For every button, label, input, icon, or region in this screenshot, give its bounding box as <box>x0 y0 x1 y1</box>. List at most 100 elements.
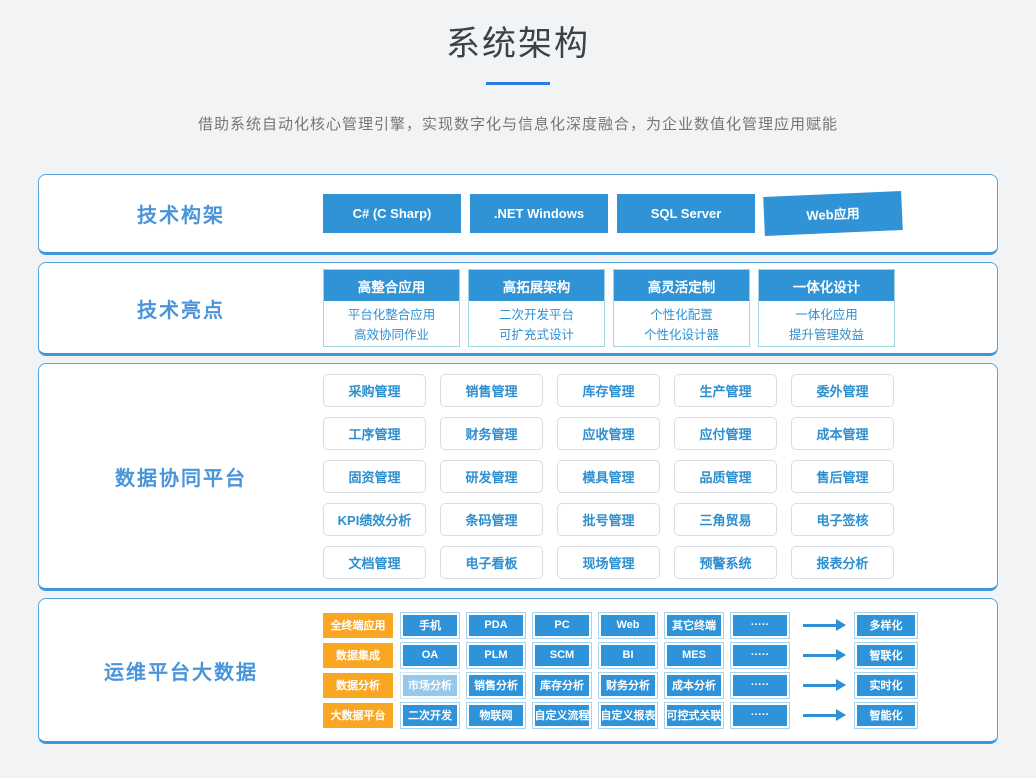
ops-item-more[interactable]: ····· <box>731 643 789 668</box>
architecture-sections: 技术构架 C# (C Sharp) .NET Windows SQL Serve… <box>38 174 998 744</box>
highlight-card-title: 高拓展架构 <box>469 270 604 301</box>
tech-framework-buttons: C# (C Sharp) .NET Windows SQL Server Web… <box>323 175 997 252</box>
module-btn-finance[interactable]: 财务管理 <box>440 417 543 450</box>
ops-item-mes[interactable]: MES <box>665 643 723 668</box>
ops-item-cost-analysis[interactable]: 成本分析 <box>665 673 723 698</box>
tech-btn-dotnet-windows[interactable]: .NET Windows <box>470 194 608 233</box>
ops-item-market-analysis[interactable]: 市场分析 <box>401 673 459 698</box>
module-btn-rnd[interactable]: 研发管理 <box>440 460 543 493</box>
ops-row-integration: 数据集成 OA PLM SCM BI MES ····· 智联化 <box>323 643 917 668</box>
tech-btn-sql-server[interactable]: SQL Server <box>617 194 755 233</box>
module-grid: 采购管理 销售管理 库存管理 生产管理 委外管理 工序管理 财务管理 应收管理 … <box>323 374 894 579</box>
tech-btn-web-app[interactable]: Web应用 <box>763 191 903 236</box>
arrow-right-icon <box>803 684 837 687</box>
ops-item-finance-analysis[interactable]: 财务分析 <box>599 673 657 698</box>
ops-category-badge: 全终端应用 <box>323 613 393 638</box>
ops-item-pda[interactable]: PDA <box>467 613 525 638</box>
highlight-card-body: 平台化整合应用 高效协同作业 <box>324 301 459 346</box>
page-header: 系统架构 借助系统自动化核心管理引擎，实现数字化与信息化深度融合，为企业数值化管… <box>0 0 1036 134</box>
module-btn-sales[interactable]: 销售管理 <box>440 374 543 407</box>
highlight-card-title: 一体化设计 <box>759 270 894 301</box>
module-btn-mold[interactable]: 模具管理 <box>557 460 660 493</box>
page-subtitle: 借助系统自动化核心管理引擎，实现数字化与信息化深度融合，为企业数值化管理应用赋能 <box>0 113 1036 134</box>
arrow-right-icon <box>803 654 837 657</box>
module-btn-production[interactable]: 生产管理 <box>674 374 777 407</box>
ops-item-other-terminals[interactable]: 其它终端 <box>665 613 723 638</box>
ops-item-pc[interactable]: PC <box>533 613 591 638</box>
highlight-card-integration: 高整合应用 平台化整合应用 高效协同作业 <box>323 269 460 347</box>
ops-item-mobile[interactable]: 手机 <box>401 613 459 638</box>
highlight-card-title: 高灵活定制 <box>614 270 749 301</box>
section-label-data-platform: 数据协同平台 <box>115 462 247 491</box>
ops-item-bi[interactable]: BI <box>599 643 657 668</box>
ops-item-sales-analysis[interactable]: 销售分析 <box>467 673 525 698</box>
module-btn-barcode[interactable]: 条码管理 <box>440 503 543 536</box>
highlight-card-title: 高整合应用 <box>324 270 459 301</box>
ops-item-inventory-analysis[interactable]: 库存分析 <box>533 673 591 698</box>
module-btn-after-sales[interactable]: 售后管理 <box>791 460 894 493</box>
arrow-right-icon <box>803 624 837 627</box>
module-btn-receivables[interactable]: 应收管理 <box>557 417 660 450</box>
module-btn-batch[interactable]: 批号管理 <box>557 503 660 536</box>
highlight-line: 提升管理效益 <box>789 324 864 343</box>
module-btn-quality[interactable]: 品质管理 <box>674 460 777 493</box>
highlight-line: 一体化应用 <box>795 304 858 323</box>
tech-btn-csharp[interactable]: C# (C Sharp) <box>323 194 461 233</box>
module-btn-warning-system[interactable]: 预警系统 <box>674 546 777 579</box>
module-btn-kpi[interactable]: KPI绩效分析 <box>323 503 426 536</box>
ops-item-plm[interactable]: PLM <box>467 643 525 668</box>
ops-item-scm[interactable]: SCM <box>533 643 591 668</box>
ops-row-analysis: 数据分析 市场分析 销售分析 库存分析 财务分析 成本分析 ····· 实时化 <box>323 673 917 698</box>
ops-platform-content: 全终端应用 手机 PDA PC Web 其它终端 ····· 多样化 数据集成 … <box>323 599 997 741</box>
highlight-line: 二次开发平台 <box>499 304 574 323</box>
section-label-area: 运维平台大数据 <box>39 599 323 741</box>
ops-item-secondary-dev[interactable]: 二次开发 <box>401 703 459 728</box>
module-btn-triangle-trade[interactable]: 三角贸易 <box>674 503 777 536</box>
ops-result-realtime[interactable]: 实时化 <box>855 673 917 698</box>
section-label-area: 技术构架 <box>39 175 323 252</box>
section-label-area: 技术亮点 <box>39 263 323 353</box>
section-tech-highlights: 技术亮点 高整合应用 平台化整合应用 高效协同作业 高拓展架构 二次开发平台 可… <box>38 262 998 356</box>
module-btn-outsourcing[interactable]: 委外管理 <box>791 374 894 407</box>
arrow-right-icon <box>803 714 837 717</box>
highlight-card-all-in-one: 一体化设计 一体化应用 提升管理效益 <box>758 269 895 347</box>
module-btn-process[interactable]: 工序管理 <box>323 417 426 450</box>
ops-item-custom-report[interactable]: 自定义报表 <box>599 703 657 728</box>
section-label-area: 数据协同平台 <box>39 364 323 588</box>
ops-item-more[interactable]: ····· <box>731 613 789 638</box>
ops-result-smart-connected[interactable]: 智联化 <box>855 643 917 668</box>
highlight-cards: 高整合应用 平台化整合应用 高效协同作业 高拓展架构 二次开发平台 可扩充式设计… <box>323 263 997 353</box>
ops-row-bigdata: 大数据平台 二次开发 物联网 自定义流程 自定义报表 可控式关联 ····· 智… <box>323 703 917 728</box>
section-tech-framework: 技术构架 C# (C Sharp) .NET Windows SQL Serve… <box>38 174 998 255</box>
module-btn-document[interactable]: 文档管理 <box>323 546 426 579</box>
module-btn-e-signature[interactable]: 电子签核 <box>791 503 894 536</box>
data-platform-content: 采购管理 销售管理 库存管理 生产管理 委外管理 工序管理 财务管理 应收管理 … <box>323 364 997 588</box>
module-btn-e-kanban[interactable]: 电子看板 <box>440 546 543 579</box>
ops-item-more[interactable]: ····· <box>731 673 789 698</box>
highlight-card-extensibility: 高拓展架构 二次开发平台 可扩充式设计 <box>468 269 605 347</box>
module-btn-purchase[interactable]: 采购管理 <box>323 374 426 407</box>
ops-item-custom-workflow[interactable]: 自定义流程 <box>533 703 591 728</box>
highlight-line: 高效协同作业 <box>354 324 429 343</box>
highlight-line: 个性化配置 <box>650 304 713 323</box>
module-btn-report-analysis[interactable]: 报表分析 <box>791 546 894 579</box>
title-underline <box>486 82 550 85</box>
module-btn-inventory[interactable]: 库存管理 <box>557 374 660 407</box>
highlight-line: 平台化整合应用 <box>348 304 436 323</box>
section-ops-platform: 运维平台大数据 全终端应用 手机 PDA PC Web 其它终端 ····· 多… <box>38 598 998 744</box>
module-btn-payables[interactable]: 应付管理 <box>674 417 777 450</box>
ops-item-more[interactable]: ····· <box>731 703 789 728</box>
highlight-line: 个性化设计器 <box>644 324 719 343</box>
ops-result-diversified[interactable]: 多样化 <box>855 613 917 638</box>
highlight-card-body: 二次开发平台 可扩充式设计 <box>469 301 604 346</box>
module-btn-fixed-assets[interactable]: 固资管理 <box>323 460 426 493</box>
ops-item-controllable-link[interactable]: 可控式关联 <box>665 703 723 728</box>
ops-category-badge: 数据分析 <box>323 673 393 698</box>
ops-category-badge: 数据集成 <box>323 643 393 668</box>
module-btn-onsite[interactable]: 现场管理 <box>557 546 660 579</box>
ops-item-oa[interactable]: OA <box>401 643 459 668</box>
ops-item-web[interactable]: Web <box>599 613 657 638</box>
module-btn-cost[interactable]: 成本管理 <box>791 417 894 450</box>
ops-item-iot[interactable]: 物联网 <box>467 703 525 728</box>
ops-result-intelligent[interactable]: 智能化 <box>855 703 917 728</box>
